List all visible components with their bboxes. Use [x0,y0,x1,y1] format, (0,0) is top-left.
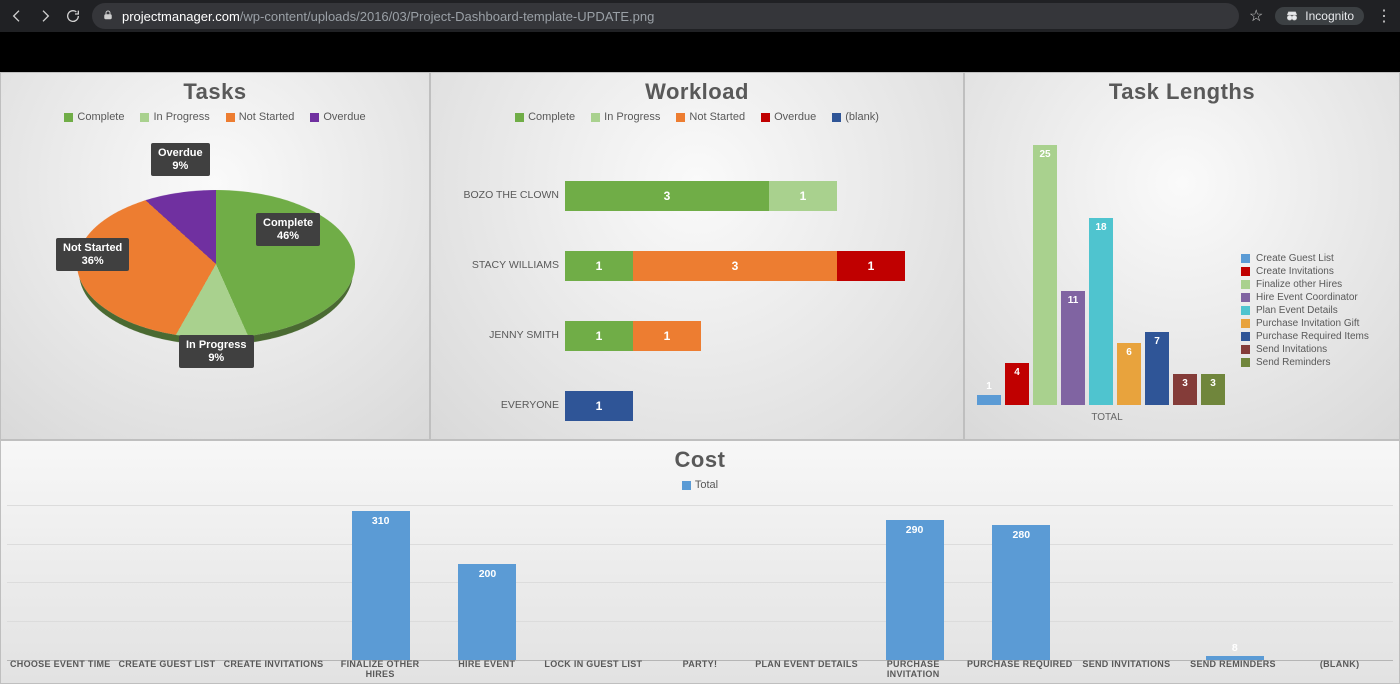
workload-row-name: BOZO THE CLOWN [431,189,559,201]
cost-category-label: CREATE GUEST LIST [114,659,221,679]
task-length-bar: 7 [1145,332,1169,405]
cost-bar: 200 [458,564,516,660]
forward-button[interactable] [36,7,54,25]
task-length-bar: 6 [1117,343,1141,405]
pie-label-in-progress: In Progress9% [179,335,254,368]
pie-label-not-started: Not Started36% [56,238,129,271]
workload-row: EVERYONE 1 [431,391,963,421]
task-length-bar: 18 [1089,218,1113,405]
task-length-legend-item: Create Invitations [1241,266,1391,277]
cost-title: Cost [1,441,1399,473]
pie-label-complete: Complete46% [256,213,320,246]
cost-bar: 290 [886,520,944,660]
tasks-panel: Tasks Complete In Progress Not Started O… [0,72,430,440]
url-path: /wp-content/uploads/2016/03/Project-Dash… [240,9,655,24]
task-length-bar: 11 [1061,291,1085,405]
workload-row-name: JENNY SMITH [431,329,559,341]
cost-category-label: SEND INVITATIONS [1073,659,1180,679]
task-length-legend-item: Send Invitations [1241,344,1391,355]
cost-category-label: FINALIZE OTHER HIRES [327,659,434,679]
task-length-legend-item: Hire Event Coordinator [1241,292,1391,303]
cost-bar: 280 [992,525,1050,660]
incognito-badge[interactable]: Incognito [1275,7,1364,25]
legend-overdue: Overdue [323,111,365,123]
workload-row: JENNY SMITH 11 [431,321,963,351]
address-bar[interactable]: projectmanager.com/wp-content/uploads/20… [92,3,1239,29]
tasks-title: Tasks [1,73,429,105]
cost-category-label: CREATE INVITATIONS [220,659,327,679]
workload-seg-complete: 1 [565,321,633,351]
cost-legend-total: Total [695,479,718,491]
task-lengths-panel: Task Lengths 142511186733 TOTAL Create G… [964,72,1400,440]
bookmark-star-icon[interactable]: ☆ [1249,6,1263,26]
workload-legend: Complete In Progress Not Started Overdue… [431,105,963,125]
workload-row: BOZO THE CLOWN 31 [431,181,963,211]
back-button[interactable] [8,7,26,25]
cost-category-label: LOCK IN GUEST LIST [540,659,647,679]
cost-category-label: (BLANK) [1286,659,1393,679]
workload-row-name: EVERYONE [431,399,559,411]
wl-lg-blank: (blank) [845,111,879,123]
wl-lg-not-started: Not Started [689,111,745,123]
task-length-legend-item: Purchase Required Items [1241,331,1391,342]
incognito-icon [1285,9,1299,23]
task-length-legend-item: Create Guest List [1241,253,1391,264]
workload-seg-complete: 3 [565,181,769,211]
workload-seg-not_started: 3 [633,251,837,281]
cost-legend: Total [1,473,1399,493]
cost-category-label: PURCHASE INVITATION [860,659,967,679]
pie-label-overdue: Overdue9% [151,143,210,176]
browser-toolbar: projectmanager.com/wp-content/uploads/20… [0,0,1400,32]
workload-title: Workload [431,73,963,105]
url-domain: projectmanager.com [122,9,240,24]
dashboard-image: Tasks Complete In Progress Not Started O… [0,72,1400,684]
cost-category-label: PARTY! [647,659,754,679]
cost-panel: Cost Total 3102002902808 CHOOSE EVENT TI… [0,440,1400,684]
task-length-bar: 4 [1005,363,1029,405]
cost-category-label: PURCHASE REQUIRED [966,659,1073,679]
tasks-legend: Complete In Progress Not Started Overdue [1,105,429,125]
task-length-bar: 3 [1173,374,1197,405]
task-length-bar: 3 [1201,374,1225,405]
legend-complete: Complete [77,111,124,123]
cost-bar: 310 [352,511,410,660]
task-length-bar: 25 [1033,145,1057,405]
workload-seg-not_started: 1 [633,321,701,351]
task-lengths-legend: Create Guest List Create Invitations Final… [1241,251,1391,370]
reload-button[interactable] [64,7,82,25]
task-lengths-axis-label: TOTAL [967,412,1247,423]
wl-lg-complete: Complete [528,111,575,123]
legend-not-started: Not Started [239,111,295,123]
wl-lg-overdue: Overdue [774,111,816,123]
task-length-legend-item: Send Reminders [1241,357,1391,368]
workload-row: STACY WILLIAMS 131 [431,251,963,281]
wl-lg-in-progress: In Progress [604,111,660,123]
workload-seg-in_progress: 1 [769,181,837,211]
lock-icon [102,9,114,24]
menu-dots-icon[interactable]: ⋮ [1376,6,1392,26]
cost-category-label: PLAN EVENT DETAILS [753,659,860,679]
task-length-legend-item: Plan Event Details [1241,305,1391,316]
workload-seg-blank: 1 [565,391,633,421]
viewport-gap [0,32,1400,72]
task-length-legend-item: Finalize other Hires [1241,279,1391,290]
workload-panel: Workload Complete In Progress Not Starte… [430,72,964,440]
legend-in-progress: In Progress [153,111,209,123]
cost-category-label: SEND REMINDERS [1180,659,1287,679]
cost-category-label: HIRE EVENT [433,659,540,679]
task-length-legend-item: Purchase Invitation Gift [1241,318,1391,329]
workload-seg-overdue: 1 [837,251,905,281]
workload-row-name: STACY WILLIAMS [431,259,559,271]
cost-category-label: CHOOSE EVENT TIME [7,659,114,679]
incognito-label: Incognito [1305,9,1354,23]
workload-seg-complete: 1 [565,251,633,281]
task-length-bar: 1 [977,395,1001,405]
